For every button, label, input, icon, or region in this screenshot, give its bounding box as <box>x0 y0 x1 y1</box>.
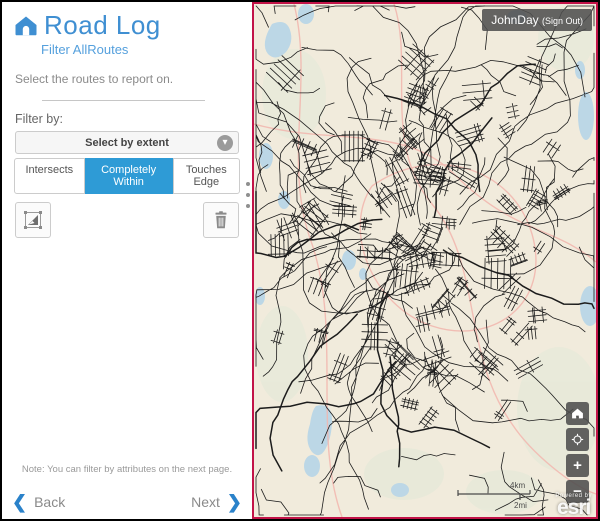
chevron-right-icon: ❯ <box>227 493 242 511</box>
wizard-nav: ❮ Back Next ❯ <box>12 493 242 511</box>
delete-selection-button[interactable] <box>203 202 239 238</box>
map-canvas[interactable]: 4km 2mi JohnDay (Sign Out) + − Powered b… <box>252 2 598 519</box>
svg-text:4km: 4km <box>510 481 525 490</box>
dropdown-value: Select by extent <box>85 137 169 149</box>
page-title: Road Log <box>44 10 161 41</box>
panel-resize-handle[interactable] <box>246 182 250 208</box>
map-locate-button[interactable] <box>566 428 589 451</box>
tab-completely-within[interactable]: Completely Within <box>85 158 173 194</box>
chevron-down-icon[interactable]: ▾ <box>217 135 233 151</box>
user-name: JohnDay <box>491 13 538 27</box>
filter-allroutes-link[interactable]: Filter AllRoutes <box>41 42 252 57</box>
next-button[interactable]: Next ❯ <box>191 493 242 511</box>
chevron-left-icon: ❮ <box>12 493 27 511</box>
esri-logo: Powered by esri <box>555 493 592 517</box>
tab-touches-edge[interactable]: Touches Edge <box>173 158 240 194</box>
select-by-extent-dropdown[interactable]: Select by extent ▾ <box>15 131 239 154</box>
esri-brand: esri <box>555 499 592 517</box>
svg-text:2mi: 2mi <box>514 501 527 510</box>
tool-buttons-row <box>15 202 239 238</box>
draw-extent-icon <box>21 208 45 232</box>
map-home-button[interactable] <box>566 402 589 425</box>
map-image: 4km 2mi <box>254 4 596 517</box>
tab-intersects[interactable]: Intersects <box>14 158 85 194</box>
map-home-icon <box>571 407 584 420</box>
back-button[interactable]: ❮ Back <box>12 493 65 511</box>
app-header: Road Log <box>14 10 252 41</box>
sidebar-panel: Road Log Filter AllRoutes Select the rou… <box>2 2 252 519</box>
draw-extent-button[interactable] <box>15 202 51 238</box>
locate-icon <box>571 433 584 446</box>
divider-line <box>42 100 205 101</box>
back-label: Back <box>34 494 65 510</box>
user-signout-button[interactable]: JohnDay (Sign Out) <box>482 9 592 31</box>
home-icon <box>14 14 38 38</box>
zoom-in-button[interactable]: + <box>566 454 589 477</box>
sign-out-label: (Sign Out) <box>542 16 583 26</box>
trash-icon <box>210 209 232 231</box>
note-text: Note: You can filter by attributes on th… <box>2 464 252 475</box>
spatial-filter-tabs: Intersects Completely Within Touches Edg… <box>14 158 240 194</box>
map-nav-controls: + − <box>566 402 589 503</box>
next-label: Next <box>191 494 220 510</box>
instruction-text: Select the routes to report on. <box>15 72 252 86</box>
filter-by-label: Filter by: <box>15 112 252 126</box>
